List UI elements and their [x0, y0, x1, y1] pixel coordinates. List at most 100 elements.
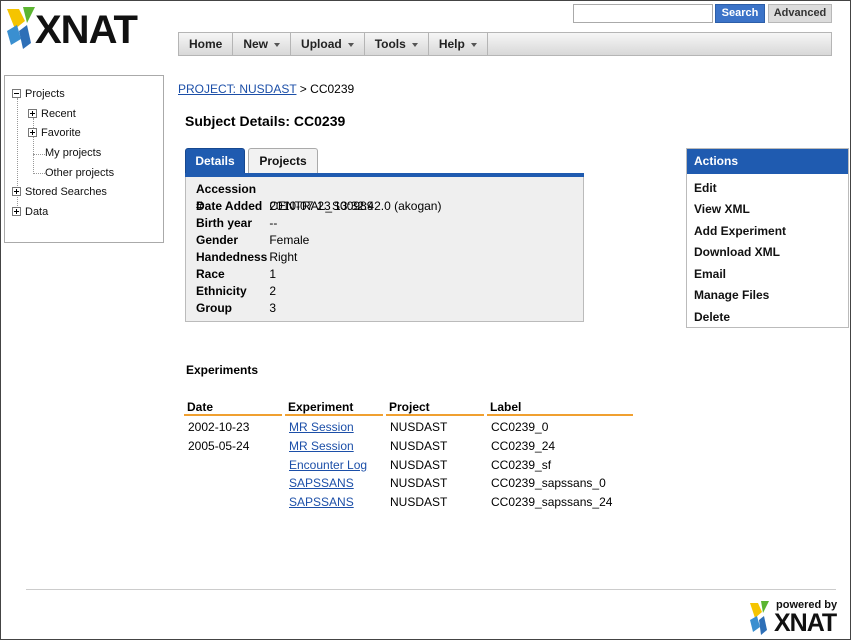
detail-key: Race: [196, 267, 225, 281]
action-delete[interactable]: Delete: [694, 310, 730, 324]
column-header-label[interactable]: Label: [487, 400, 633, 416]
cell-label: CC0239_24: [491, 439, 556, 453]
detail-row: Race 1: [196, 266, 276, 283]
tree-item-label: Stored Searches: [25, 186, 107, 198]
expand-icon[interactable]: [28, 108, 37, 118]
search-input[interactable]: [573, 4, 713, 23]
tree-item-label: Other projects: [45, 167, 115, 179]
detail-value: Right: [269, 250, 298, 264]
action-manage-files[interactable]: Manage Files: [694, 288, 769, 302]
tree-item-stored-searches[interactable]: Stored Searches: [12, 184, 107, 200]
experiment-link[interactable]: Encounter Log: [289, 458, 367, 472]
collapse-icon[interactable]: [12, 88, 21, 98]
main-navbar: Home New Upload Tools Help: [178, 32, 832, 56]
action-email[interactable]: Email: [694, 267, 726, 281]
cell-label: CC0239_sf: [491, 458, 552, 472]
tree-item-label: Projects: [25, 88, 65, 100]
search-button[interactable]: Search: [715, 4, 765, 23]
page-title: Subject Details: CC0239: [185, 113, 346, 129]
detail-value: 2010-07-23 13:32:42.0 (akogan): [269, 199, 442, 213]
detail-row: Birth year --: [196, 215, 277, 232]
breadcrumb-separator: >: [296, 82, 311, 96]
nav-new[interactable]: New: [233, 33, 292, 55]
cell-label: CC0239_sapssans_0: [491, 476, 606, 490]
chevron-down-icon: [411, 42, 418, 47]
tree-item-data[interactable]: Data: [12, 204, 48, 220]
expand-icon[interactable]: [12, 186, 21, 196]
logo-text: XNAT: [35, 8, 138, 52]
column-header-project[interactable]: Project: [386, 400, 484, 416]
detail-value: Female: [269, 233, 310, 247]
nav-tools[interactable]: Tools: [365, 33, 429, 55]
nav-help[interactable]: Help: [429, 33, 488, 55]
detail-row: Date Added 2010-07-23 13:32:42.0 (akogan…: [196, 198, 441, 215]
breadcrumb: PROJECT: NUSDAST > CC0239: [178, 82, 354, 96]
tab-details[interactable]: Details: [185, 148, 245, 174]
detail-key: Ethnicity: [196, 284, 247, 298]
detail-row: Ethnicity 2: [196, 283, 276, 300]
detail-row: Gender Female: [196, 232, 309, 249]
experiment-link[interactable]: SAPSSANS: [289, 495, 354, 509]
chevron-down-icon: [347, 42, 354, 47]
nav-upload-label: Upload: [301, 37, 342, 51]
tree-item-label: Data: [25, 206, 49, 218]
cell-project: NUSDAST: [390, 458, 448, 472]
subject-details-panel: Accession # CENTRAL_S00989 Date Added 20…: [185, 177, 584, 322]
cell-date: 2005-05-24: [188, 439, 250, 453]
action-add-experiment[interactable]: Add Experiment: [694, 224, 786, 238]
actions-title: Actions: [687, 149, 848, 174]
detail-key: Handedness: [196, 250, 268, 264]
chevron-down-icon: [274, 42, 281, 47]
tree-item-other-projects[interactable]: Other projects: [45, 165, 114, 181]
action-edit[interactable]: Edit: [694, 181, 717, 195]
nav-tools-label: Tools: [374, 37, 406, 51]
detail-value: --: [269, 216, 278, 230]
cell-project: NUSDAST: [390, 495, 448, 509]
nav-new-label: New: [243, 37, 269, 51]
detail-value: 1: [269, 267, 277, 281]
action-download-xml[interactable]: Download XML: [694, 245, 780, 259]
actions-panel: Actions Edit View XML Add Experiment Dow…: [686, 148, 849, 328]
detail-key: Date Added: [196, 199, 263, 213]
footer-divider: [26, 589, 836, 590]
experiment-link[interactable]: SAPSSANS: [289, 476, 354, 490]
detail-key: Birth year: [196, 216, 253, 230]
nav-home-label: Home: [189, 37, 223, 51]
expand-icon[interactable]: [12, 206, 21, 216]
breadcrumb-project-link[interactable]: PROJECT: NUSDAST: [178, 82, 296, 96]
breadcrumb-current: CC0239: [310, 82, 355, 96]
tree-item-projects[interactable]: Projects: [12, 86, 65, 102]
tree-item-recent[interactable]: Recent: [28, 106, 76, 122]
tree-item-label: Favorite: [41, 127, 81, 139]
cell-label: CC0239_0: [491, 420, 549, 434]
experiment-link[interactable]: MR Session: [289, 439, 354, 453]
cell-project: NUSDAST: [390, 439, 448, 453]
tree-item-my-projects[interactable]: My projects: [45, 145, 101, 161]
cell-date: 2002-10-23: [188, 420, 250, 434]
detail-key: Gender: [196, 233, 239, 247]
tree-item-label: Recent: [41, 108, 76, 120]
expand-icon[interactable]: [28, 127, 37, 137]
chevron-down-icon: [470, 42, 477, 47]
experiment-link[interactable]: MR Session: [289, 420, 354, 434]
tree-item-favorite[interactable]: Favorite: [28, 125, 81, 141]
detail-row: Accession # CENTRAL_S00989: [196, 181, 373, 213]
detail-value: 3: [269, 301, 277, 315]
advanced-search-button[interactable]: Advanced: [768, 4, 832, 23]
column-header-experiment[interactable]: Experiment: [285, 400, 383, 416]
action-view-xml[interactable]: View XML: [694, 202, 750, 216]
cell-label: CC0239_sapssans_24: [491, 495, 613, 509]
footer-logo-text: XNAT: [774, 609, 837, 637]
cell-project: NUSDAST: [390, 420, 448, 434]
nav-home[interactable]: Home: [179, 33, 234, 55]
tab-projects[interactable]: Projects: [248, 148, 318, 174]
detail-row: Handedness Right: [196, 249, 297, 266]
tree-item-label: My projects: [45, 147, 102, 159]
column-header-date[interactable]: Date: [184, 400, 282, 416]
cell-project: NUSDAST: [390, 476, 448, 490]
nav-upload[interactable]: Upload: [291, 33, 365, 55]
detail-value: 2: [269, 284, 277, 298]
xnat-logo[interactable]: XNAT: [5, 5, 145, 55]
detail-row: Group 3: [196, 300, 276, 317]
navigation-tree: Projects Recent Favorite My projects Oth…: [4, 75, 164, 243]
